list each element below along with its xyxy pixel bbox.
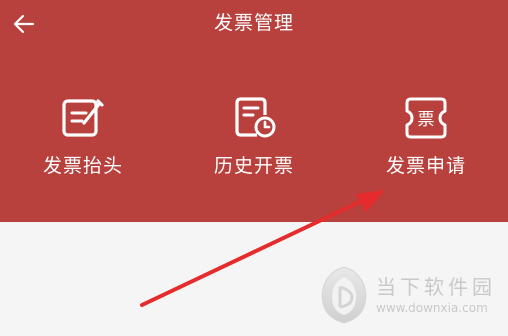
document-history-icon: [228, 92, 280, 144]
downxia-logo-icon: [321, 266, 367, 324]
action-label: 历史开票: [213, 155, 294, 177]
invoice-header-button[interactable]: 发票抬头: [23, 92, 143, 182]
watermark-name: 当下软件园: [376, 275, 496, 299]
invoice-apply-button[interactable]: 票 发票申请: [366, 92, 486, 182]
edit-document-icon: [57, 92, 109, 144]
page-title: 发票管理: [213, 12, 294, 34]
history-invoice-button[interactable]: 历史开票: [194, 92, 314, 182]
action-label: 发票抬头: [42, 155, 123, 177]
watermark-url: www.downxia.com: [376, 301, 488, 315]
svg-text:票: 票: [418, 110, 435, 130]
ticket-icon: 票: [400, 92, 452, 144]
header-bar: 发票管理 发票抬头 历史开票 票 发票申请: [0, 0, 508, 222]
watermark: 当下软件园 www.downxia.com: [318, 262, 502, 328]
action-label: 发票申请: [385, 155, 466, 177]
